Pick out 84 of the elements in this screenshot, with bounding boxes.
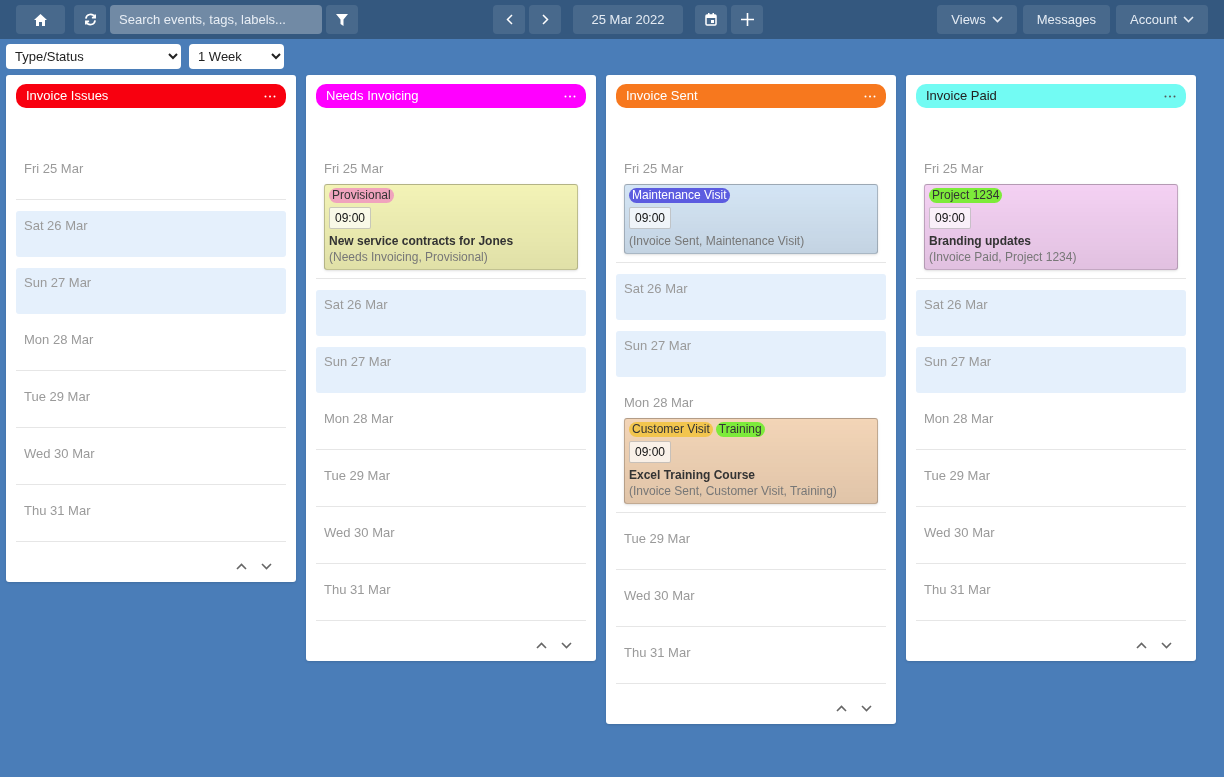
add-button[interactable]	[731, 5, 763, 34]
event-title: Branding updates	[929, 233, 1032, 249]
event-card[interactable]: Maintenance Visit 09:00 (Invoice Sent, Maintenance Visit)	[624, 184, 878, 254]
day-label: Tue 29 Mar	[924, 468, 991, 484]
day-label: Tue 29 Mar	[624, 531, 691, 547]
home-icon	[34, 13, 47, 26]
event-card[interactable]: Project 1234 09:00 Branding updates (Invoice Paid, Project 1234)	[924, 184, 1178, 270]
day-label: Mon 28 Mar	[924, 411, 995, 427]
scroll-down-icon[interactable]	[1161, 642, 1172, 649]
more-icon[interactable]	[264, 94, 276, 98]
event-time: 09:00	[329, 207, 372, 229]
day-label: Fri 25 Mar	[624, 161, 685, 177]
column-title: Invoice Issues	[26, 87, 109, 106]
chevron-left-icon	[505, 14, 513, 25]
home-button[interactable]	[16, 5, 65, 34]
day-label: Thu 31 Mar	[324, 582, 392, 598]
day-label: Tue 29 Mar	[24, 389, 91, 405]
day-label: Thu 31 Mar	[624, 645, 692, 661]
event-tag: Maintenance Visit	[629, 188, 730, 203]
range-select[interactable]: 1 Week	[189, 44, 284, 69]
group-by-select[interactable]: Type/Status	[6, 44, 181, 69]
refresh-button[interactable]	[74, 5, 106, 34]
event-summary: (Invoice Sent, Customer Visit, Training)	[629, 483, 838, 499]
more-icon[interactable]	[564, 94, 576, 98]
event-card[interactable]: Provisional 09:00 New service contracts for Jones (Needs Invoicing, Provisional)	[324, 184, 578, 270]
event-time: 09:00	[929, 207, 972, 229]
next-button[interactable]	[529, 5, 561, 34]
day-label: Sun 27 Mar	[624, 338, 693, 354]
date-button[interactable]: 25 Mar 2022	[573, 5, 683, 34]
refresh-icon	[83, 13, 97, 26]
menu-button[interactable]: Messages	[1022, 5, 1110, 34]
day-label: Fri 25 Mar	[24, 161, 85, 177]
event-tag: Project 1234	[929, 188, 1003, 203]
column-title: Invoice Paid	[926, 87, 997, 106]
plus-icon	[740, 13, 754, 26]
scroll-down-icon[interactable]	[561, 642, 572, 649]
day-label: Sun 27 Mar	[24, 275, 93, 291]
day-label: Mon 28 Mar	[324, 411, 395, 427]
day-label: Sat 26 Mar	[324, 297, 389, 313]
event-time: 09:00	[629, 207, 672, 229]
scroll-down-icon[interactable]	[861, 705, 872, 712]
calendar-button[interactable]	[695, 5, 727, 34]
column-title: Invoice Sent	[626, 87, 698, 106]
event-title: Excel Training Course	[629, 467, 757, 483]
scroll-up-icon[interactable]	[1136, 642, 1147, 649]
day-label: Sat 26 Mar	[924, 297, 989, 313]
filter-button[interactable]	[326, 5, 358, 34]
event-summary: (Invoice Sent, Maintenance Visit)	[629, 233, 806, 249]
day-label: Wed 30 Mar	[324, 525, 396, 541]
event-summary: (Needs Invoicing, Provisional)	[329, 249, 489, 265]
day-label: Thu 31 Mar	[924, 582, 992, 598]
event-tag: Customer Visit	[629, 422, 713, 437]
day-label: Fri 25 Mar	[324, 161, 385, 177]
menu-button[interactable]: Account	[1116, 5, 1208, 34]
event-time: 09:00	[629, 441, 672, 463]
calendar-icon	[705, 13, 717, 26]
more-icon[interactable]	[1164, 94, 1176, 98]
previous-button[interactable]	[493, 5, 525, 34]
day-label: Sun 27 Mar	[324, 354, 393, 370]
scroll-up-icon[interactable]	[836, 705, 847, 712]
filter-icon	[336, 13, 348, 26]
day-label: Wed 30 Mar	[24, 446, 96, 462]
event-tag: Training	[715, 422, 765, 437]
day-label: Wed 30 Mar	[924, 525, 996, 541]
day-label: Sat 26 Mar	[624, 281, 689, 297]
scroll-up-icon[interactable]	[236, 563, 247, 570]
more-icon[interactable]	[864, 94, 876, 98]
scroll-up-icon[interactable]	[536, 642, 547, 649]
day-label: Thu 31 Mar	[24, 503, 92, 519]
scroll-down-icon[interactable]	[261, 563, 272, 570]
day-label: Sat 26 Mar	[24, 218, 89, 234]
day-label: Tue 29 Mar	[324, 468, 391, 484]
day-label: Mon 28 Mar	[24, 332, 95, 348]
day-label: Sun 27 Mar	[924, 354, 993, 370]
event-tag: Provisional	[329, 188, 394, 203]
menu-button[interactable]: Views	[937, 5, 1017, 34]
event-card[interactable]: Customer Visit Training 09:00 Excel Training Course (Invoice Sent, Customer Visit, Training)	[624, 418, 878, 504]
column-title: Needs Invoicing	[326, 87, 419, 106]
day-label: Wed 30 Mar	[624, 588, 696, 604]
day-label: Fri 25 Mar	[924, 161, 985, 177]
day-label: Mon 28 Mar	[624, 395, 695, 411]
chevron-right-icon	[541, 14, 549, 25]
event-title: New service contracts for Jones	[329, 233, 515, 249]
event-summary: (Invoice Paid, Project 1234)	[929, 249, 1078, 265]
